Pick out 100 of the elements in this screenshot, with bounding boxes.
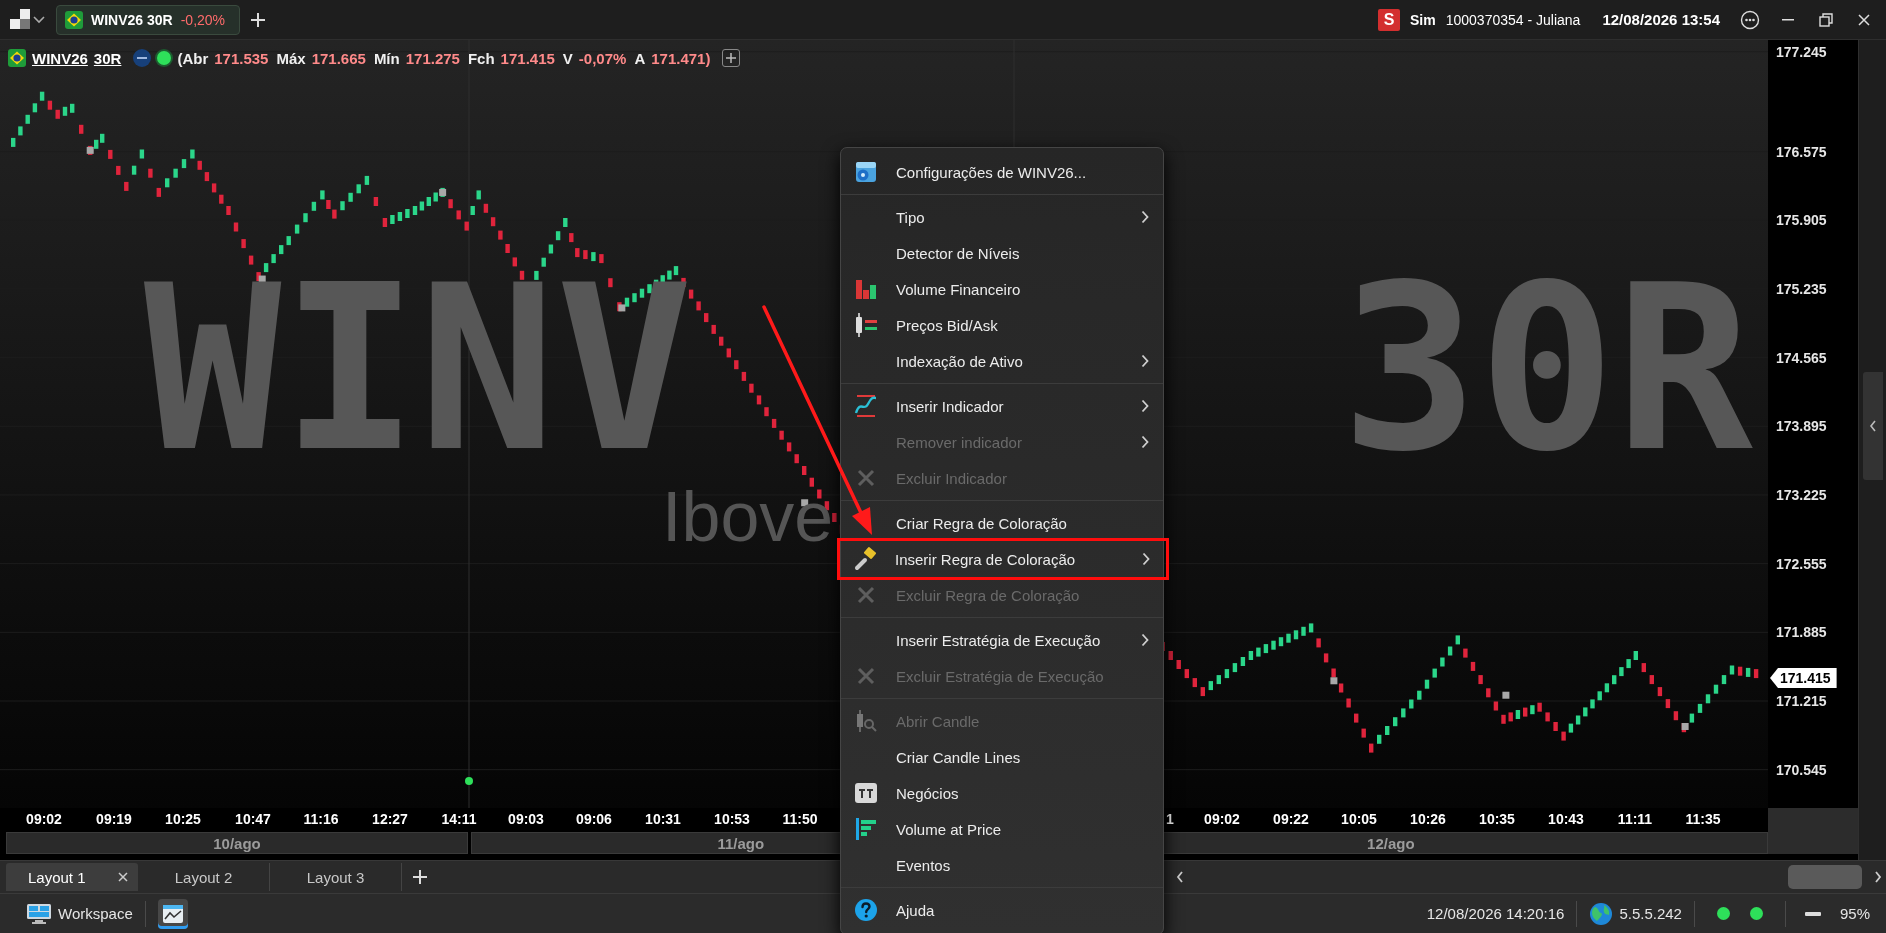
bar-chart-icon	[854, 277, 878, 301]
price-axis-label: 177.245	[1776, 43, 1827, 60]
price-axis-label: 173.225	[1776, 486, 1827, 503]
menu-item[interactable]: Criar Candle Lines	[841, 739, 1163, 775]
account-user: 1000370354 - Juliana	[1445, 11, 1581, 28]
time-axis-label: 09:02	[1204, 811, 1240, 827]
period-link[interactable]: 30R	[93, 49, 122, 67]
chart-watermark: 30R	[1341, 255, 1753, 483]
more-icon	[1740, 9, 1760, 30]
chart-view-toggle[interactable]	[157, 898, 188, 929]
status-datetime: 12/08/2026 14:20:16	[1426, 905, 1565, 922]
layout-tab[interactable]: Layout 2	[138, 863, 270, 891]
price-axis-label: 173.895	[1776, 418, 1827, 435]
menu-item[interactable]: Volume Financeiro	[841, 271, 1163, 307]
menu-item[interactable]: Negócios	[841, 775, 1163, 811]
time-axis-label: 11:11	[1617, 811, 1653, 827]
account-mode: Sim	[1410, 11, 1436, 28]
close-icon[interactable]	[118, 872, 128, 882]
chart-watermark: WINV	[144, 255, 694, 483]
quote-value: -0,07%	[578, 49, 627, 67]
quote-label: (Abr	[177, 49, 209, 67]
trades-icon	[854, 781, 878, 805]
time-axis-label: 09:06	[576, 811, 612, 827]
paint-brush-icon	[853, 547, 877, 571]
menu-item[interactable]: Preços Bid/Ask	[841, 307, 1163, 343]
app-logo-icon[interactable]	[8, 8, 32, 31]
add-indicator-button[interactable]	[722, 49, 741, 67]
layout-tab[interactable]: Layout 1	[6, 863, 138, 891]
time-axis-label: 10:47	[235, 811, 271, 827]
time-axis-label: 10:25	[165, 811, 201, 827]
settings-window-icon	[854, 160, 878, 184]
symbol-link[interactable]: WINV26	[32, 49, 88, 67]
time-axis-label: 11:50	[782, 811, 818, 827]
quote-label: Mín	[373, 49, 400, 67]
event-marker-icon	[465, 777, 473, 785]
time-axis-label: 10:53	[714, 811, 750, 827]
clock-datetime: 12/08/2026 13:54	[1602, 11, 1720, 28]
quote-label: Máx	[276, 49, 306, 67]
price-axis-label: 176.575	[1776, 143, 1827, 160]
plus-icon	[726, 53, 737, 63]
candle-search-icon	[854, 709, 878, 733]
last-price-tag: 171.415	[1770, 668, 1837, 688]
symbol-tab[interactable]: WINV26 30R -0,20%	[56, 4, 241, 35]
menu-item[interactable]: Indexação de Ativo	[841, 343, 1163, 379]
price-axis-label: 174.565	[1776, 349, 1827, 366]
quote-value: 171.535	[214, 49, 269, 67]
price-axis-label: 175.905	[1776, 212, 1827, 229]
monitor-icon	[26, 902, 52, 925]
globe-icon	[1589, 901, 1614, 926]
price-axis-label: 171.885	[1776, 624, 1827, 641]
quote-label: A	[634, 49, 646, 67]
time-axis-label: 11:35	[1685, 811, 1721, 827]
quote-value: 171.665	[311, 49, 366, 67]
zoom-level: 95%	[1839, 905, 1870, 922]
time-axis-label: 14:11	[441, 811, 477, 827]
menu-item[interactable]: Inserir Indicador	[841, 388, 1163, 424]
quote-value: 171.471)	[651, 49, 711, 67]
help-icon	[854, 898, 878, 922]
chart-watermark-subtitle: Ibove	[662, 482, 834, 552]
chevron-left-icon	[1869, 420, 1877, 432]
plus-icon	[250, 11, 267, 28]
time-axis-label: 09:02	[26, 811, 62, 827]
minimize-icon	[1782, 18, 1794, 21]
caret-down-icon[interactable]	[32, 14, 46, 25]
time-axis-label: 12:27	[372, 811, 408, 827]
time-axis-label: 10:05	[1341, 811, 1377, 827]
menu-item[interactable]: Inserir Estratégia de Execução	[841, 622, 1163, 658]
time-axis-label: 10:35	[1479, 811, 1515, 827]
brazil-flag-icon	[8, 49, 26, 67]
price-axis-label: 175.235	[1776, 280, 1827, 297]
price-axis-label: 171.215	[1776, 693, 1827, 709]
menu-item[interactable]: Criar Regra de Coloração	[841, 505, 1163, 541]
plus-icon	[412, 869, 428, 885]
workspace-button[interactable]: Workspace	[26, 902, 133, 925]
volume-profile-icon	[854, 817, 878, 841]
menu-item[interactable]: Configurações de WINV26...	[841, 154, 1163, 190]
time-axis-label: 09:19	[96, 811, 132, 827]
quote-label: Fch	[467, 49, 495, 67]
chevron-right-icon	[1874, 871, 1882, 883]
price-axis-label: 172.555	[1776, 555, 1827, 572]
minus-icon	[1804, 911, 1821, 916]
side-panel-handle[interactable]	[1863, 372, 1883, 480]
time-axis-label: 11:16	[303, 811, 339, 827]
quote-value: 171.275	[405, 49, 460, 67]
menu-item[interactable]: Tipo	[841, 199, 1163, 235]
time-axis-label: 10:26	[1410, 811, 1446, 827]
time-axis-label: 10:31	[645, 811, 681, 827]
scrollbar-thumb[interactable]	[1788, 865, 1862, 889]
time-axis-label: 09:03	[508, 811, 544, 827]
time-axis-label: 1	[1166, 811, 1174, 827]
menu-item[interactable]: Detector de Níveis	[841, 235, 1163, 271]
server-address: 5.5.5.242	[1619, 905, 1682, 922]
menu-item[interactable]: Ajuda	[841, 892, 1163, 928]
date-axis-segment: 10/ago	[6, 832, 468, 854]
indicator-wave-icon	[854, 394, 878, 418]
chevron-left-icon	[1176, 871, 1184, 883]
layout-tab[interactable]: Layout 3	[270, 863, 402, 891]
time-axis-label: 09:22	[1273, 811, 1309, 827]
menu-item[interactable]: Inserir Regra de Coloração	[840, 541, 1164, 577]
line-chart-icon	[161, 903, 184, 924]
